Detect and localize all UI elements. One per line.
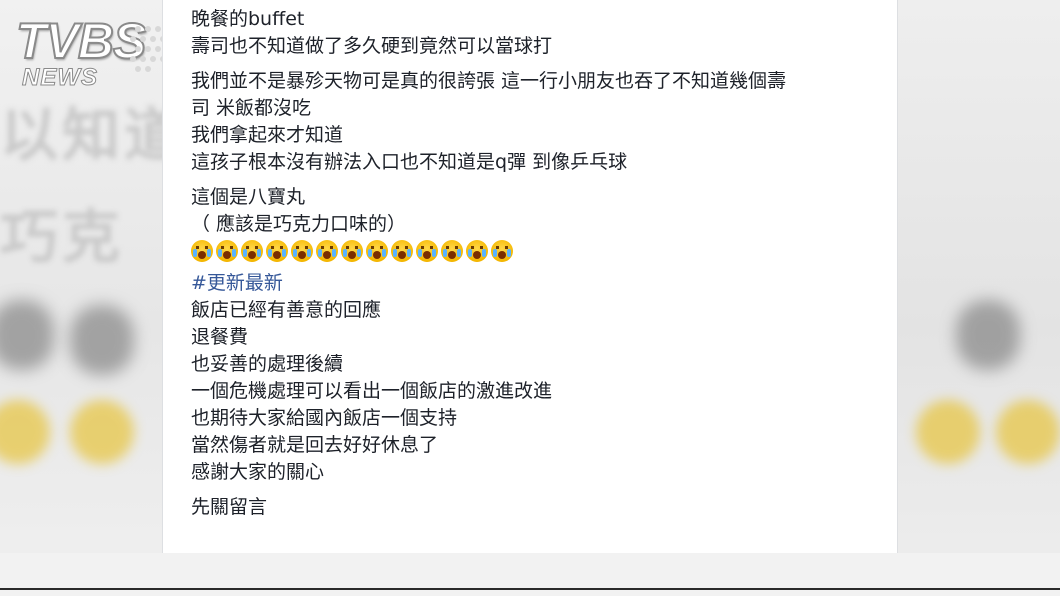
blurred-shape: [956, 300, 1020, 370]
post-line: 一個危機處理可以看出一個飯店的激進改進: [191, 380, 553, 402]
crying-face-emoji: [366, 240, 388, 262]
post-paragraph: 先關留言: [191, 494, 871, 521]
post-closing-line: 先關留言: [191, 496, 268, 518]
post-line: 這個是八寶丸: [191, 186, 306, 208]
crying-face-emoji: [441, 240, 463, 262]
blurred-background-text: 以知道: [0, 101, 187, 169]
crying-face-emoji: [216, 240, 238, 262]
video-bottom-divider: [0, 588, 1060, 590]
emoji-row: [191, 240, 871, 262]
post-line: 退餐費: [191, 326, 249, 348]
tvbs-news-logo: TVBS NEWS: [15, 12, 176, 96]
blurred-background-right: [896, 0, 1060, 596]
post-body: 晚餐的buffet 壽司也不知道做了多久硬到竟然可以當球打 我們並不是暴殄天物可…: [191, 6, 871, 529]
blurred-emoji-icon: [0, 400, 50, 464]
crying-face-emoji: [316, 240, 338, 262]
hashtag-link[interactable]: #更新最新: [191, 270, 871, 297]
logo-main-text: TVBS: [15, 12, 147, 70]
post-line: 司 米飯都沒吃: [191, 97, 312, 119]
post-line: 我們並不是暴殄天物可是真的很誇張 這一行小朋友也吞了不知道幾個壽: [191, 70, 787, 92]
blurred-shape: [70, 305, 134, 375]
crying-face-emoji: [341, 240, 363, 262]
crying-face-emoji: [241, 240, 263, 262]
crying-face-emoji: [291, 240, 313, 262]
post-paragraph: 這個是八寶丸 （ 應該是巧克力口味的）: [191, 184, 871, 262]
post-line: 晚餐的buffet: [191, 8, 305, 30]
post-line: （ 應該是巧克力口味的）: [191, 213, 407, 235]
post-paragraph: 我們並不是暴殄天物可是真的很誇張 這一行小朋友也吞了不知道幾個壽 司 米飯都沒吃…: [191, 68, 871, 176]
crying-face-emoji: [266, 240, 288, 262]
post-line: 當然傷者就是回去好好休息了: [191, 434, 439, 456]
post-paragraph: 晚餐的buffet 壽司也不知道做了多久硬到竟然可以當球打: [191, 6, 871, 60]
crying-face-emoji: [416, 240, 438, 262]
post-line: 壽司也不知道做了多久硬到竟然可以當球打: [191, 35, 553, 57]
crying-face-emoji: [191, 240, 213, 262]
post-line: 也期待大家給國內飯店一個支持: [191, 407, 458, 429]
blurred-shape: [0, 300, 54, 370]
post-line: 我們拿起來才知道: [191, 124, 344, 146]
post-update-section: #更新最新 飯店已經有善意的回應 退餐費 也妥善的處理後續 一個危機處理可以看出…: [191, 270, 871, 486]
post-line: 這孩子根本沒有辦法入口也不知道是q彈 到像乒乓球: [191, 151, 628, 173]
blurred-background-text: 巧克: [0, 203, 125, 271]
post-line: 感謝大家的關心: [191, 461, 325, 483]
logo-sub-text: NEWS: [22, 64, 98, 92]
crying-face-emoji: [466, 240, 488, 262]
crying-face-emoji: [491, 240, 513, 262]
blurred-emoji-icon: [70, 400, 134, 464]
post-card: 晚餐的buffet 壽司也不知道做了多久硬到竟然可以當球打 我們並不是暴殄天物可…: [162, 0, 898, 553]
blurred-emoji-icon: [996, 400, 1060, 464]
post-line: 飯店已經有善意的回應: [191, 299, 382, 321]
blurred-emoji-icon: [916, 400, 980, 464]
crying-face-emoji: [391, 240, 413, 262]
post-line: 也妥善的處理後續: [191, 353, 344, 375]
